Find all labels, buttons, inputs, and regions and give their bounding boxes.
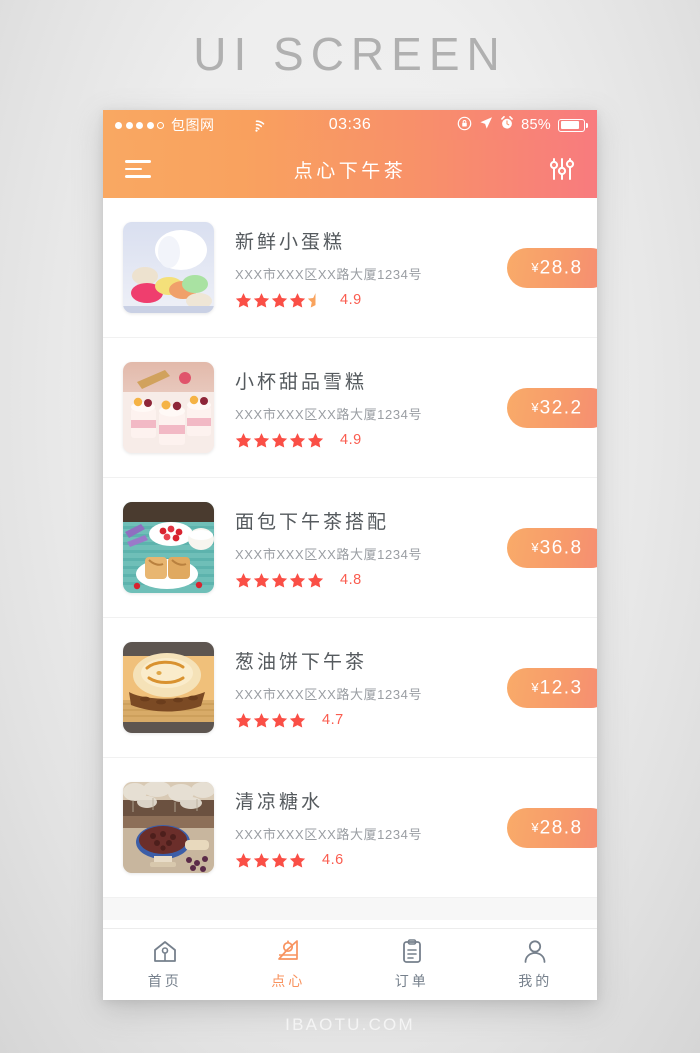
price-value: 28.8 xyxy=(539,257,583,278)
price-badge[interactable]: ¥28.8 xyxy=(507,247,597,288)
rating-row: 4.7 xyxy=(235,712,597,729)
list-bottom-spacer xyxy=(103,898,597,920)
price-badge[interactable]: ¥28.8 xyxy=(507,807,597,848)
list-item[interactable]: 面包下午茶搭配 XXX市XXX区XX路大厦1234号 4.8 ¥36.8 xyxy=(103,478,597,618)
rating-score: 4.8 xyxy=(340,572,362,588)
rating-row: 4.8 xyxy=(235,572,597,589)
app-title: 点心下午茶 xyxy=(293,160,407,182)
price-value: 28.8 xyxy=(539,817,583,838)
price-badge[interactable]: ¥36.8 xyxy=(507,527,597,568)
tab-label: 我的 xyxy=(518,973,553,989)
signal-strength-icon xyxy=(115,121,164,129)
price-value: 36.8 xyxy=(539,537,583,558)
tab-dessert[interactable]: 点心 xyxy=(227,929,351,1000)
rating-row: 4.9 xyxy=(235,292,597,309)
status-bar-left: 包图网 xyxy=(115,115,265,135)
rating-score: 4.7 xyxy=(322,712,344,728)
star-rating xyxy=(235,432,324,449)
bread-berries-photo xyxy=(123,502,214,593)
currency-symbol: ¥ xyxy=(531,679,540,695)
price-badge[interactable]: ¥32.2 xyxy=(507,387,597,428)
list-item[interactable]: 新鲜小蛋糕 XXX市XXX区XX路大厦1234号 4.9 ¥28.8 xyxy=(103,198,597,338)
phone-frame: 包图网 03:36 85% 点心下午茶 新鲜小蛋糕 XXX市XXX区XX路大厦1… xyxy=(103,110,597,1000)
list-item[interactable]: 清凉糖水 XXX市XXX区XX路大厦1234号 4.6 ¥28.8 xyxy=(103,758,597,898)
user-profile-icon xyxy=(522,938,548,965)
page-title: UI SCREEN xyxy=(193,28,507,80)
app-header: 点心下午茶 xyxy=(103,140,597,198)
rating-score: 4.9 xyxy=(340,432,362,448)
bottom-tab-bar: 首页 点心 订单 我的 xyxy=(103,928,597,1000)
rating-row: 4.6 xyxy=(235,852,597,869)
rating-score: 4.9 xyxy=(340,292,362,308)
sliders-filter-icon[interactable] xyxy=(549,157,575,181)
tab-profile[interactable]: 我的 xyxy=(474,929,598,1000)
currency-symbol: ¥ xyxy=(531,539,540,555)
price-value: 12.3 xyxy=(539,677,583,698)
parfait-cups-photo xyxy=(123,362,214,453)
alarm-clock-icon xyxy=(500,116,514,134)
currency-symbol: ¥ xyxy=(531,259,540,275)
rotation-lock-icon xyxy=(457,116,472,135)
clipboard-order-icon xyxy=(399,938,425,965)
home-icon xyxy=(152,938,178,965)
tab-label: 订单 xyxy=(394,973,429,989)
scallion-pancake-photo xyxy=(123,642,214,733)
list-item[interactable]: 葱油饼下午茶 XXX市XXX区XX路大厦1234号 4.7 ¥12.3 xyxy=(103,618,597,758)
price-value: 32.2 xyxy=(539,397,583,418)
star-rating xyxy=(235,852,306,869)
list-item[interactable]: 小杯甜品雪糕 XXX市XXX区XX路大厦1234号 4.9 ¥32.2 xyxy=(103,338,597,478)
macaron-cups-photo xyxy=(123,222,214,313)
currency-symbol: ¥ xyxy=(531,399,540,415)
price-badge[interactable]: ¥12.3 xyxy=(507,667,597,708)
battery-icon xyxy=(558,118,588,132)
tab-orders[interactable]: 订单 xyxy=(350,929,474,1000)
dessert-list: 新鲜小蛋糕 XXX市XXX区XX路大厦1234号 4.9 ¥28.8 小杯甜品雪… xyxy=(103,198,597,920)
star-rating xyxy=(235,712,306,729)
rating-score: 4.6 xyxy=(322,852,344,868)
battery-percent-label: 85% xyxy=(521,117,551,133)
rating-row: 4.9 xyxy=(235,432,597,449)
currency-symbol: ¥ xyxy=(531,819,540,835)
star-rating xyxy=(235,292,324,309)
status-bar-right: 85% xyxy=(457,116,588,135)
wifi-icon xyxy=(248,119,265,132)
tab-label: 首页 xyxy=(147,973,182,989)
dessert-icon xyxy=(275,938,301,965)
sweet-soup-bowl-photo xyxy=(123,782,214,873)
star-rating xyxy=(235,572,324,589)
tab-home[interactable]: 首页 xyxy=(103,929,227,1000)
footer-watermark: IBAOTU.COM xyxy=(285,1015,415,1034)
tab-label: 点心 xyxy=(271,973,306,989)
hamburger-menu-icon[interactable] xyxy=(125,160,151,178)
carrier-label: 包图网 xyxy=(171,117,215,133)
status-bar: 包图网 03:36 85% xyxy=(103,110,597,140)
location-arrow-icon xyxy=(479,116,493,134)
